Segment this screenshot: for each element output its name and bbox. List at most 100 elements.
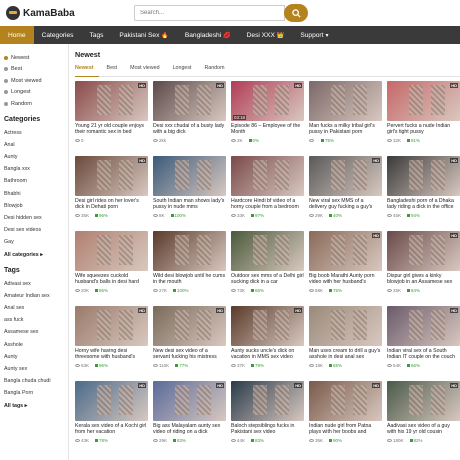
- video-card[interactable]: HD 03:18 Episode 86 – Employee of the Mont…: [231, 81, 304, 156]
- video-thumbnail[interactable]: HD: [231, 381, 304, 421]
- category-link[interactable]: Bangla xxx: [4, 163, 64, 175]
- tag-link[interactable]: Adivasi sex: [4, 278, 64, 290]
- tag-link[interactable]: Aunty sex: [4, 363, 64, 375]
- tab-random[interactable]: Random: [204, 65, 229, 77]
- video-card[interactable]: Outdoor sex mms of a Delhi girl sucking …: [231, 231, 304, 306]
- video-card[interactable]: HD Desi xxx chudai of a busty lady with a…: [153, 81, 226, 156]
- category-link[interactable]: Bhabhi: [4, 188, 64, 200]
- video-card[interactable]: HD Big ass Malayalam aunty sex video of r…: [153, 381, 226, 456]
- video-title[interactable]: Hardcore Hindi bf video of a horny coupl…: [231, 198, 304, 211]
- video-card[interactable]: Man fucks a milky tribal girl's pussy in…: [309, 81, 382, 156]
- video-thumbnail[interactable]: HD 03:18: [231, 81, 304, 121]
- video-card[interactable]: Man uses cream to drill a guy's asshole …: [309, 306, 382, 381]
- video-title[interactable]: Big ass Malayalam aunty sex video of rid…: [153, 423, 226, 436]
- video-card[interactable]: HD Kerala sex video of a Kochi girl from …: [75, 381, 148, 456]
- video-card[interactable]: HD Horny wife having desi threesome with …: [75, 306, 148, 381]
- nav-item-desi-xxx[interactable]: Desi XXX 👑: [239, 26, 293, 44]
- sort-option[interactable]: Best: [4, 64, 64, 76]
- category-link[interactable]: Desi hidden sex: [4, 212, 64, 224]
- video-thumbnail[interactable]: HD: [153, 306, 226, 346]
- category-link[interactable]: Blowjob: [4, 200, 64, 212]
- video-card[interactable]: HD Big boob Marathi Aunty porn video with…: [309, 231, 382, 306]
- video-card[interactable]: South Indian man shows lady's pussy in n…: [153, 156, 226, 231]
- video-card[interactable]: HD New desi sex video of a servant fuckin…: [153, 306, 226, 381]
- video-title[interactable]: Man uses cream to drill a guy's asshole …: [309, 348, 382, 361]
- video-card[interactable]: Hardcore Hindi bf video of a horny coupl…: [231, 156, 304, 231]
- all-tags-link[interactable]: All tags ▸: [4, 400, 64, 412]
- video-thumbnail[interactable]: HD: [75, 156, 148, 196]
- video-card[interactable]: HD Indian nude girl from Patna plays with…: [309, 381, 382, 456]
- video-title[interactable]: Bangladeshi porn of a Dhaka lady riding …: [387, 198, 460, 211]
- video-card[interactable]: HD New viral sex MMS of a delivery guy fu…: [309, 156, 382, 231]
- video-thumbnail[interactable]: HD: [231, 306, 304, 346]
- sort-option[interactable]: Random: [4, 98, 64, 110]
- video-thumbnail[interactable]: [153, 156, 226, 196]
- video-card[interactable]: HD Bangladeshi porn of a Dhaka lady ridin…: [387, 156, 460, 231]
- sort-option[interactable]: Newest: [4, 52, 64, 64]
- tag-link[interactable]: Bangla chuda chudi: [4, 375, 64, 387]
- search-input[interactable]: [134, 5, 285, 21]
- video-card[interactable]: Wild desi blowjob until he cums in the m…: [153, 231, 226, 306]
- video-card[interactable]: HD Baloch stepsiblings fucks in Pakistani…: [231, 381, 304, 456]
- video-thumbnail[interactable]: [231, 231, 304, 271]
- video-thumbnail[interactable]: HD: [387, 306, 460, 346]
- video-thumbnail[interactable]: [231, 156, 304, 196]
- video-title[interactable]: Indian nude girl from Patna plays with h…: [309, 423, 382, 436]
- video-card[interactable]: HD Dispur girl gives a kinky blowjob in a…: [387, 231, 460, 306]
- video-thumbnail[interactable]: HD: [75, 81, 148, 121]
- search-button[interactable]: [284, 4, 308, 22]
- category-link[interactable]: Gay: [4, 236, 64, 248]
- video-title[interactable]: Aadivasi sex video of a guy with his 19 …: [387, 423, 460, 436]
- video-card[interactable]: Wife squeezes cuckold husband's balls in…: [75, 231, 148, 306]
- video-title[interactable]: Indian viral sex of a South Indian IT co…: [387, 348, 460, 361]
- video-thumbnail[interactable]: HD: [387, 81, 460, 121]
- video-thumbnail[interactable]: [309, 306, 382, 346]
- video-title[interactable]: Baloch stepsiblings fucks in Pakistani s…: [231, 423, 304, 436]
- video-title[interactable]: Horny wife having desi threesome with hu…: [75, 348, 148, 361]
- sort-option[interactable]: Longest: [4, 87, 64, 99]
- tag-link[interactable]: Assamese sex: [4, 326, 64, 338]
- tag-link[interactable]: ass fuck: [4, 314, 64, 326]
- video-title[interactable]: Outdoor sex mms of a Delhi girl sucking …: [231, 273, 304, 286]
- video-title[interactable]: Pervert fucks a nude Indian girl's tight…: [387, 123, 460, 136]
- video-thumbnail[interactable]: HD: [309, 231, 382, 271]
- video-title[interactable]: Big boob Marathi Aunty porn video with h…: [309, 273, 382, 286]
- video-title[interactable]: Aunty sucks uncle's dick on vacation in …: [231, 348, 304, 361]
- video-title[interactable]: Young 21 yr old couple enjoys their roma…: [75, 123, 148, 136]
- video-title[interactable]: Wife squeezes cuckold husband's balls in…: [75, 273, 148, 286]
- tab-best[interactable]: Best: [107, 65, 123, 77]
- video-title[interactable]: South Indian man shows lady's pussy in n…: [153, 198, 226, 211]
- video-card[interactable]: HD Desi girl rides on her lover's dick in…: [75, 156, 148, 231]
- video-card[interactable]: HD Aadivasi sex video of a guy with his 1…: [387, 381, 460, 456]
- nav-item-bangladeshi[interactable]: Bangladeshi 💋: [177, 26, 239, 44]
- category-link[interactable]: Anal: [4, 139, 64, 151]
- category-link[interactable]: Bathroom: [4, 175, 64, 187]
- video-thumbnail[interactable]: HD: [309, 381, 382, 421]
- video-title[interactable]: Episode 86 – Employee of the Month: [231, 123, 304, 136]
- video-thumbnail[interactable]: HD: [75, 306, 148, 346]
- video-thumbnail[interactable]: [75, 231, 148, 271]
- sort-option[interactable]: Most viewed: [4, 75, 64, 87]
- video-title[interactable]: New desi sex video of a servant fucking …: [153, 348, 226, 361]
- video-thumbnail[interactable]: HD: [387, 381, 460, 421]
- tag-link[interactable]: Aunty: [4, 351, 64, 363]
- all-categories-link[interactable]: All categories ▸: [4, 249, 64, 261]
- video-card[interactable]: HD Aunty sucks uncle's dick on vacation i…: [231, 306, 304, 381]
- video-thumbnail[interactable]: HD: [153, 81, 226, 121]
- video-card[interactable]: HD Young 21 yr old couple enjoys their ro…: [75, 81, 148, 156]
- video-title[interactable]: Wild desi blowjob until he cums in the m…: [153, 273, 226, 286]
- nav-item-support[interactable]: Support ▾: [292, 26, 336, 44]
- video-thumbnail[interactable]: HD: [387, 156, 460, 196]
- tab-newest[interactable]: Newest: [75, 65, 99, 77]
- video-title[interactable]: Kerala sex video of a Kochi girl from he…: [75, 423, 148, 436]
- nav-item-home[interactable]: Home: [0, 26, 34, 44]
- nav-item-pakistani-sex[interactable]: Pakistani Sex 🔥: [111, 26, 176, 44]
- video-thumbnail[interactable]: HD: [387, 231, 460, 271]
- site-logo[interactable]: KamaBaba: [6, 6, 134, 20]
- video-title[interactable]: Desi xxx chudai of a busty lady with a b…: [153, 123, 226, 136]
- video-thumbnail[interactable]: [309, 81, 382, 121]
- video-title[interactable]: New viral sex MMS of a delivery guy fuck…: [309, 198, 382, 211]
- nav-item-tags[interactable]: Tags: [81, 26, 111, 44]
- video-title[interactable]: Dispur girl gives a kinky blowjob in an …: [387, 273, 460, 286]
- category-link[interactable]: Desi sex videos: [4, 224, 64, 236]
